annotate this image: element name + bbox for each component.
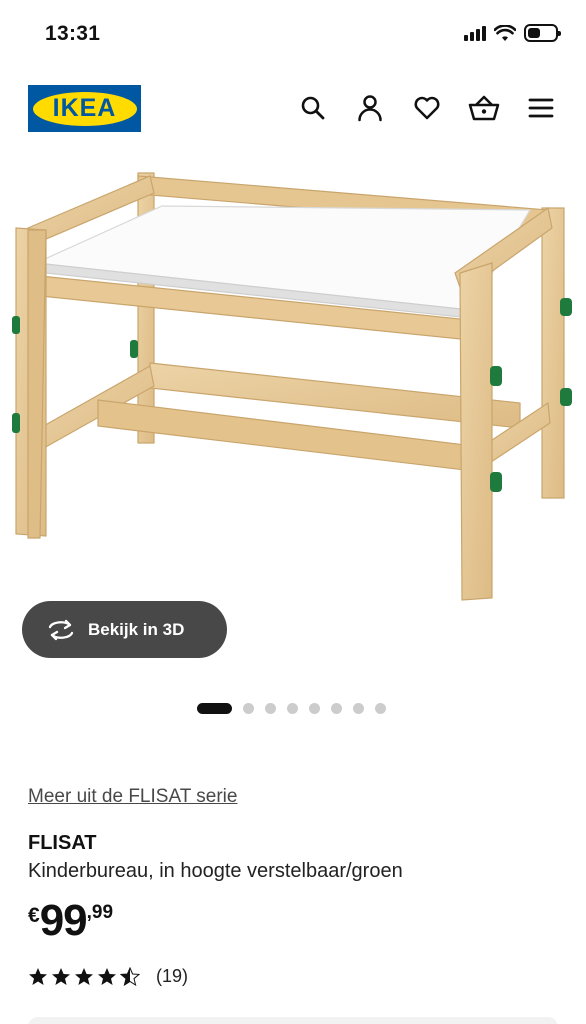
next-section-card <box>28 1017 558 1024</box>
shopping-basket-icon[interactable] <box>466 92 501 124</box>
menu-icon[interactable] <box>523 92 558 124</box>
gallery-dot[interactable] <box>287 703 298 714</box>
product-rating[interactable]: (19) <box>28 966 188 987</box>
gallery-pagination <box>197 703 386 714</box>
star-half-icon <box>120 967 140 986</box>
gallery-dot[interactable] <box>265 703 276 714</box>
gallery-dot[interactable] <box>197 703 232 714</box>
wifi-icon <box>494 24 516 41</box>
gallery-dot[interactable] <box>243 703 254 714</box>
rating-count: (19) <box>156 966 189 986</box>
header-nav <box>295 92 558 124</box>
price-integer: 99 <box>39 896 88 945</box>
status-time: 13:31 <box>45 22 101 45</box>
ikea-logo[interactable]: IKEA <box>28 85 141 132</box>
price-decimals: ,99 <box>86 902 114 923</box>
gallery-dot[interactable] <box>375 703 386 714</box>
cellular-signal-icon <box>464 25 486 41</box>
status-icons <box>464 24 561 42</box>
battery-icon <box>524 24 561 42</box>
star-full-icon <box>29 968 47 985</box>
rotate-3d-icon <box>48 619 74 640</box>
site-header: IKEA <box>0 84 586 136</box>
product-name: FLISAT <box>28 832 97 854</box>
rating-stars <box>28 967 140 986</box>
wishlist-heart-icon[interactable] <box>409 92 444 124</box>
gallery-dot[interactable] <box>353 703 364 714</box>
view-in-3d-label: Bekijk in 3D <box>88 619 185 639</box>
gallery-dot[interactable] <box>331 703 342 714</box>
status-bar: 13:31 <box>0 0 586 70</box>
product-description: Kinderbureau, in hoogte verstelbaar/groe… <box>28 860 403 882</box>
view-in-3d-button[interactable]: Bekijk in 3D <box>22 601 227 658</box>
star-full-icon <box>98 968 116 985</box>
star-full-icon <box>75 968 93 985</box>
logo-text: IKEA <box>52 94 117 122</box>
series-link[interactable]: Meer uit de FLISAT serie <box>28 786 237 808</box>
product-price: € 99 ,99 <box>28 898 113 944</box>
gallery-dot[interactable] <box>309 703 320 714</box>
price-currency: € <box>28 904 40 927</box>
search-icon[interactable] <box>295 92 330 124</box>
star-full-icon <box>52 968 70 985</box>
account-icon[interactable] <box>352 92 387 124</box>
